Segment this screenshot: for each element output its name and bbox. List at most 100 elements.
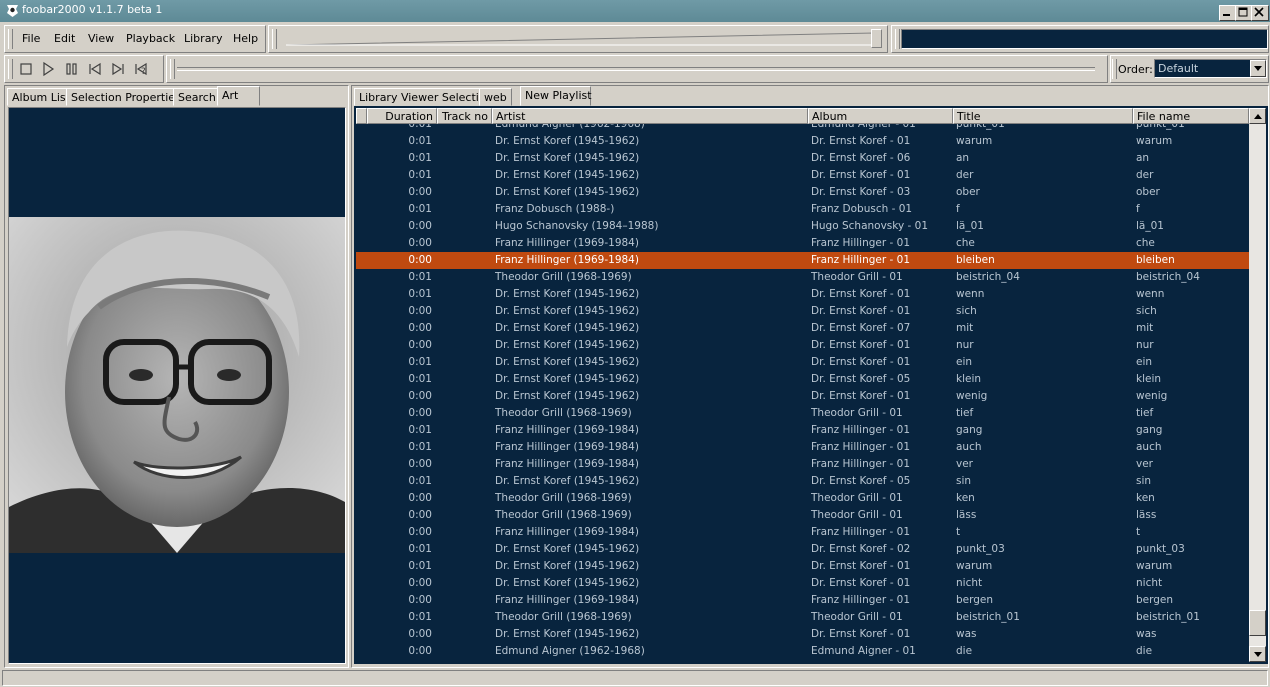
artist-cell: Dr. Ernst Koref (1945-1962) [495, 577, 640, 589]
album-cell: Franz Hillinger - 01 [811, 594, 911, 606]
tab-search[interactable]: Search [173, 88, 221, 106]
duration-cell: 0:00 [408, 339, 432, 351]
album-cell: Edmund Aigner - 01 [811, 645, 916, 657]
album-cell: Theodor Grill - 01 [811, 271, 903, 283]
playlist-row[interactable]: 0:01 Franz Hillinger (1969-1984) Franz Hil… [356, 422, 1249, 439]
volume-thumb[interactable] [871, 29, 882, 48]
stop-button[interactable] [17, 60, 35, 78]
playlist-scrollbar[interactable] [1249, 108, 1266, 662]
app-icon [7, 5, 18, 17]
title-cell: bleiben [956, 254, 995, 266]
playlist-row[interactable]: 0:00 Dr. Ernst Koref (1945-1962) Dr. Ernst… [356, 337, 1249, 354]
play-button[interactable] [39, 60, 57, 78]
title-bar[interactable]: foobar2000 v1.1.7 beta 1 [0, 0, 1270, 22]
playlist-row[interactable]: 0:01 Edmund Aigner (1962-1968) Edmund Aign… [356, 124, 1249, 133]
album-cell: Franz Hillinger - 01 [811, 526, 911, 538]
previous-button[interactable] [86, 60, 104, 78]
playlist-row[interactable]: 0:00 Dr. Ernst Koref (1945-1962) Dr. Ernst… [356, 575, 1249, 592]
random-button[interactable]: ? [132, 60, 150, 78]
playlist-row[interactable]: 0:00 Dr. Ernst Koref (1945-1962) Dr. Ernst… [356, 303, 1249, 320]
file-name-cell: ver [1136, 458, 1153, 470]
playlist-row[interactable]: 0:01 Theodor Grill (1968-1969) Theodor Gri… [356, 269, 1249, 286]
title-cell: t [956, 526, 961, 538]
duration-cell: 0:00 [408, 305, 432, 317]
menu-grip[interactable] [8, 29, 13, 49]
playlist-row[interactable]: 0:00 Franz Hillinger (1969-1984) Franz Hil… [356, 592, 1249, 609]
menu-playback[interactable]: Playback [126, 32, 175, 45]
playlist-row[interactable]: 0:01 Dr. Ernst Koref (1945-1962) Dr. Ernst… [356, 286, 1249, 303]
menu-library[interactable]: Library [184, 32, 222, 45]
playlist-row[interactable]: 0:01 Dr. Ernst Koref (1945-1962) Dr. Ernst… [356, 473, 1249, 490]
playlist-row[interactable]: 0:00 Dr. Ernst Koref (1945-1962) Dr. Ernst… [356, 388, 1249, 405]
volume-grip[interactable] [272, 29, 277, 49]
title-cell: wenig [956, 390, 988, 402]
playlist-row[interactable]: 0:01 Dr. Ernst Koref (1945-1962) Dr. Ernst… [356, 133, 1249, 150]
seek-bar[interactable] [177, 67, 1095, 71]
pause-button[interactable] [63, 60, 81, 78]
playlist-row[interactable]: 0:01 Dr. Ernst Koref (1945-1962) Dr. Ernst… [356, 354, 1249, 371]
column-header-artist[interactable]: Artist [492, 108, 808, 124]
column-header-duration[interactable]: Duration [367, 108, 437, 124]
tab-album-list[interactable]: Album List [7, 88, 75, 106]
playlist-row[interactable]: 0:01 Dr. Ernst Koref (1945-1962) Dr. Ernst… [356, 150, 1249, 167]
album-cell: Franz Dobusch - 01 [811, 203, 913, 215]
playlist-row[interactable]: 0:00 Franz Hillinger (1969-1984) Franz Hil… [356, 524, 1249, 541]
playlist-header: Duration Track no Artist Album Title Fil… [356, 108, 1249, 124]
playlist-row[interactable]: 0:00 Edmund Aigner (1962-1968) Edmund Aign… [356, 643, 1249, 660]
title-cell: beistrich_04 [956, 271, 1020, 283]
next-button[interactable] [109, 60, 127, 78]
playlist-row[interactable]: 0:00 Franz Hillinger (1969-1984) Franz Hil… [356, 252, 1249, 269]
volume-slider[interactable] [284, 30, 884, 48]
playlist-row[interactable]: 0:00 Theodor Grill (1968-1969) Theodor Gri… [356, 507, 1249, 524]
playlist-row[interactable]: 0:00 Hugo Schanovsky (1984–1988) Hugo Scha… [356, 218, 1249, 235]
scroll-up-button[interactable] [1249, 108, 1266, 124]
file-name-cell: warum [1136, 560, 1173, 572]
tab-library-viewer-selection[interactable]: Library Viewer Selection [354, 88, 498, 106]
playlist-row[interactable]: 0:01 Dr. Ernst Koref (1945-1962) Dr. Ernst… [356, 558, 1249, 575]
playlist-row[interactable]: 0:01 Theodor Grill (1968-1969) Theodor Gri… [356, 609, 1249, 626]
album-cell: Franz Hillinger - 01 [811, 458, 911, 470]
playback-grip[interactable] [8, 59, 13, 79]
close-button[interactable] [1251, 5, 1269, 21]
tab-web[interactable]: web [479, 88, 512, 106]
order-grip[interactable] [1112, 59, 1117, 79]
playlist-view[interactable]: Duration Track no Artist Album Title Fil… [354, 106, 1268, 664]
status-grip[interactable] [895, 29, 900, 49]
playlist-row[interactable]: 0:01 Dr. Ernst Koref (1945-1962) Dr. Ernst… [356, 371, 1249, 388]
album-cell: Dr. Ernst Koref - 01 [811, 628, 911, 640]
previous-icon [89, 62, 101, 76]
playlist-row[interactable]: 0:00 Franz Hillinger (1969-1984) Franz Hil… [356, 456, 1249, 473]
playlist-row[interactable]: 0:01 Franz Dobusch (1988-) Franz Dobusch -… [356, 201, 1249, 218]
seek-grip[interactable] [170, 59, 175, 79]
column-header-indicator[interactable] [356, 108, 367, 124]
playlist-row[interactable]: 0:00 Dr. Ernst Koref (1945-1962) Dr. Ernst… [356, 184, 1249, 201]
playlist-row[interactable]: 0:00 Theodor Grill (1968-1969) Theodor Gri… [356, 490, 1249, 507]
playlist-row[interactable]: 0:00 Theodor Grill (1968-1969) Theodor Gri… [356, 405, 1249, 422]
column-header-title[interactable]: Title [953, 108, 1133, 124]
column-header-file-name[interactable]: File name [1133, 108, 1249, 124]
title-cell: warum [956, 560, 993, 572]
tab-new-playlist[interactable]: New Playlist [520, 86, 592, 106]
playlist-row[interactable]: 0:00 Dr. Ernst Koref (1945-1962) Dr. Ernst… [356, 626, 1249, 643]
album-cell: Theodor Grill - 01 [811, 407, 903, 419]
menu-file[interactable]: File [22, 32, 40, 45]
album-art-image [9, 217, 345, 553]
playlist-row[interactable]: 0:01 Dr. Ernst Koref (1945-1962) Dr. Ernst… [356, 167, 1249, 184]
tab-art[interactable]: Art [217, 86, 260, 106]
tab-selection-properties[interactable]: Selection Properties [66, 88, 186, 106]
menu-view[interactable]: View [88, 32, 114, 45]
playlist-row[interactable]: 0:01 Franz Hillinger (1969-1984) Franz Hil… [356, 439, 1249, 456]
scroll-down-button[interactable] [1249, 646, 1266, 662]
playlist-row[interactable]: 0:00 Franz Hillinger (1969-1984) Franz Hil… [356, 235, 1249, 252]
artist-cell: Franz Hillinger (1969-1984) [495, 458, 639, 470]
column-header-album[interactable]: Album [808, 108, 953, 124]
artist-cell: Franz Hillinger (1969-1984) [495, 441, 639, 453]
order-dropdown-button[interactable] [1250, 60, 1266, 77]
menu-edit[interactable]: Edit [54, 32, 75, 45]
playlist-row[interactable]: 0:00 Dr. Ernst Koref (1945-1962) Dr. Ernst… [356, 320, 1249, 337]
playlist-row[interactable]: 0:01 Dr. Ernst Koref (1945-1962) Dr. Ernst… [356, 541, 1249, 558]
scroll-thumb[interactable] [1249, 610, 1266, 636]
order-dropdown[interactable]: Default [1154, 59, 1267, 78]
column-header-track-no[interactable]: Track no [437, 108, 492, 124]
menu-help[interactable]: Help [233, 32, 258, 45]
